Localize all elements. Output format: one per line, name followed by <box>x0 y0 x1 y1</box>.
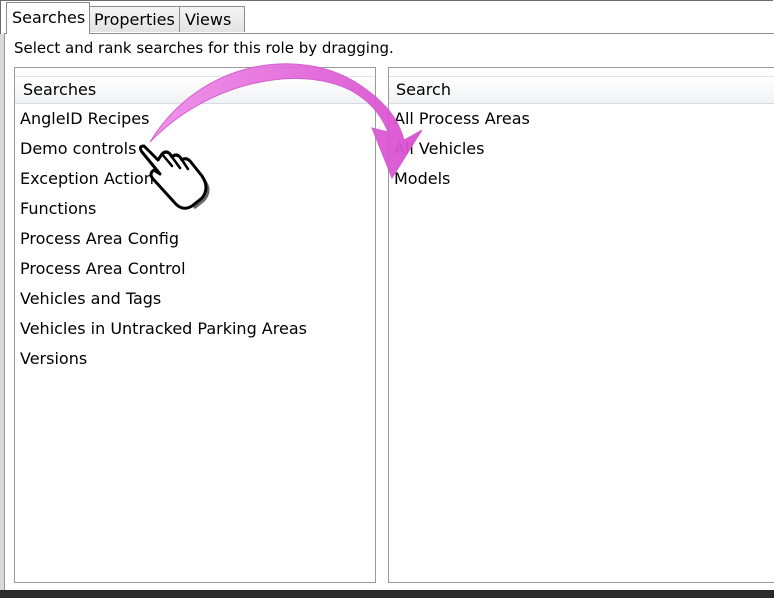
available-search-item[interactable]: AngleID Recipes <box>15 104 375 134</box>
tab-bar: Searches Properties Views <box>4 0 774 34</box>
available-search-item[interactable]: Process Area Control <box>15 254 375 284</box>
available-search-item[interactable]: Functions <box>15 194 375 224</box>
available-searches-panel: Searches AngleID Recipes Demo controls Exc… <box>14 67 376 583</box>
window-left-edge <box>0 34 5 594</box>
selected-search-item[interactable]: Models <box>389 164 774 194</box>
available-search-item[interactable]: Versions <box>15 344 375 374</box>
available-search-item[interactable]: Vehicles in Untracked Parking Areas <box>15 314 375 344</box>
window-bottom-edge <box>0 590 774 598</box>
available-search-item[interactable]: Vehicles and Tags <box>15 284 375 314</box>
selected-searches-header[interactable]: Search <box>389 76 774 104</box>
selected-search-item[interactable]: All Process Areas <box>389 104 774 134</box>
selected-search-item[interactable]: All Vehicles <box>389 134 774 164</box>
selected-searches-panel: Search All Process Areas All Vehicles Mode… <box>388 67 774 583</box>
available-search-item[interactable]: Exception Actions <box>15 164 375 194</box>
available-searches-header[interactable]: Searches <box>15 76 375 104</box>
tab-views[interactable]: Views <box>179 6 245 32</box>
selected-searches-list: All Process Areas All Vehicles Models <box>389 104 774 194</box>
tab-bar-divider <box>4 33 774 34</box>
available-search-item[interactable]: Process Area Config <box>15 224 375 254</box>
tab-searches[interactable]: Searches <box>6 2 90 34</box>
available-searches-list: AngleID Recipes Demo controls Exception Ac… <box>15 104 375 374</box>
tab-properties[interactable]: Properties <box>88 6 180 32</box>
instruction-text: Select and rank searches for this role b… <box>14 39 394 57</box>
available-search-item[interactable]: Demo controls <box>15 134 375 164</box>
